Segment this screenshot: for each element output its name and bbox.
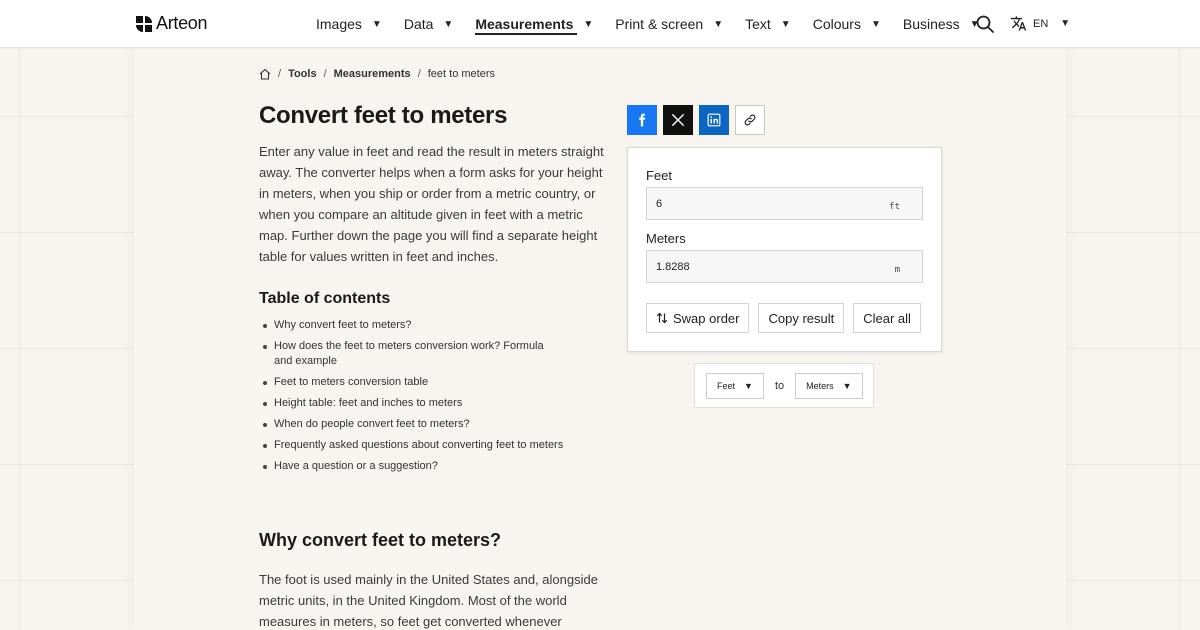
swap-order-button[interactable]: Swap order (646, 303, 750, 333)
breadcrumb-separator: / (278, 68, 282, 80)
nav-images[interactable]: Images ▼ (316, 0, 382, 48)
share-facebook-button[interactable] (627, 105, 657, 135)
nav-print-screen[interactable]: Print & screen ▼ (615, 0, 723, 48)
nav-business[interactable]: Business ▼ (903, 0, 980, 48)
from-unit-select[interactable]: Feet ▼ (706, 372, 764, 399)
copy-result-button[interactable]: Copy result (758, 303, 845, 333)
meters-field: m (646, 250, 923, 283)
intro-text: Enter any value in feet and read the res… (259, 144, 604, 264)
nav-label: Measurements (475, 16, 574, 32)
feet-unit: ft (889, 202, 900, 212)
breadcrumb: / Tools / Measurements / feet to meters (259, 68, 495, 80)
caret-down-icon: ▼ (713, 18, 724, 30)
link-icon (744, 114, 756, 126)
nav-label: Colours (812, 16, 861, 32)
caret-down-icon: ▼ (870, 18, 881, 30)
caret-down-icon: ▼ (842, 380, 852, 391)
caret-down-icon: ▼ (371, 18, 382, 30)
swap-icon (656, 312, 668, 324)
page-title: Convert feet to meters (259, 102, 508, 129)
language-selector[interactable]: EN ▼ (1010, 15, 1070, 32)
feet-input[interactable] (647, 188, 847, 219)
breadcrumb-measurements[interactable]: Measurements (334, 68, 411, 80)
nav-label: Text (745, 16, 771, 32)
main-nav: Images ▼ Data ▼ Measurements ▼ Print & s… (316, 0, 1002, 48)
nav-measurements[interactable]: Measurements ▼ (475, 0, 593, 48)
breadcrumb-separator: / (417, 68, 421, 80)
toc-item[interactable]: Feet to meters conversion table (263, 375, 564, 390)
breadcrumb-tools[interactable]: Tools (288, 68, 317, 80)
x-icon (672, 114, 684, 126)
linkedin-icon (707, 113, 721, 127)
converter-card: Feet ft Meters m Swap order Copy result … (627, 147, 942, 352)
meters-unit: m (894, 265, 900, 275)
breadcrumb-current: feet to meters (427, 68, 496, 80)
caret-down-icon: ▼ (1060, 18, 1071, 29)
to-unit-value: Meters (806, 380, 834, 391)
from-unit-value: Feet (717, 380, 736, 391)
to-word: to (774, 379, 785, 392)
nav-label: Images (316, 16, 362, 32)
nav-text[interactable]: Text ▼ (745, 0, 791, 48)
facebook-icon (639, 113, 646, 127)
breadcrumb-separator: / (323, 68, 327, 80)
toc-item[interactable]: Height table: feet and inches to meters (263, 396, 564, 411)
section-text: The foot is used mainly in the United St… (259, 572, 598, 629)
nav-label: Business (902, 16, 960, 32)
caret-down-icon: ▼ (583, 18, 594, 30)
nav-label: Print & screen (615, 16, 704, 32)
meters-label: Meters (646, 231, 686, 246)
toc-item[interactable]: Frequently asked questions about convert… (263, 438, 564, 453)
site-header: Arteon Images ▼ Data ▼ Measurements ▼ Pr… (0, 0, 1200, 48)
section-heading: Why convert feet to meters? (259, 530, 502, 550)
caret-down-icon: ▼ (744, 380, 753, 391)
share-x-button[interactable] (663, 105, 693, 135)
clear-all-button[interactable]: Clear all (853, 303, 921, 333)
translate-icon (1010, 16, 1027, 31)
nav-data[interactable]: Data ▼ (404, 0, 453, 48)
caret-down-icon: ▼ (443, 18, 454, 30)
unit-picker: Feet ▼ to Meters ▼ (694, 363, 874, 408)
brand-name: Arteon (156, 13, 208, 33)
swap-order-label: Swap order (673, 310, 740, 326)
share-buttons (627, 105, 765, 135)
toc-item[interactable]: How does the feet to meters conversion w… (263, 339, 564, 369)
nav-label: Data (403, 16, 434, 32)
table-of-contents: Why convert feet to meters? How does the… (263, 318, 574, 480)
feet-field: ft (646, 187, 923, 220)
to-unit-select[interactable]: Meters ▼ (795, 372, 863, 399)
nav-colours[interactable]: Colours ▼ (813, 0, 881, 48)
language-code: EN (1033, 17, 1049, 30)
toc-item[interactable]: Have a question or a suggestion? (263, 459, 564, 474)
toc-heading: Table of contents (259, 290, 391, 307)
copy-link-button[interactable] (735, 105, 765, 135)
logo[interactable]: Arteon (136, 13, 208, 34)
toc-item[interactable]: Why convert feet to meters? (263, 318, 564, 333)
logo-mark-icon (136, 15, 152, 32)
meters-input[interactable] (647, 251, 847, 282)
toc-item[interactable]: When do people convert feet to meters? (263, 417, 564, 432)
converter-actions: Swap order Copy result Clear all (646, 303, 921, 333)
home-icon[interactable] (259, 68, 271, 80)
search-icon[interactable] (976, 15, 994, 33)
feet-label: Feet (646, 168, 673, 183)
share-linkedin-button[interactable] (699, 105, 729, 135)
caret-down-icon: ▼ (780, 18, 791, 30)
